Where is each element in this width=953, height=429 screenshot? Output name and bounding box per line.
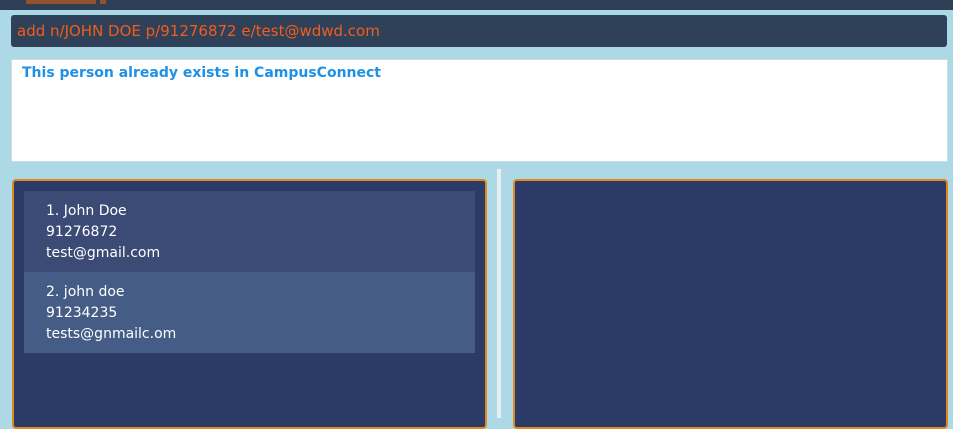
person-name: 1. John Doe xyxy=(46,203,127,219)
person-email: test@gmail.com xyxy=(46,245,161,261)
person-list[interactable]: 1. John Doe 91276872 test@gmail.com 2. j… xyxy=(24,191,475,353)
person-card[interactable]: 2. john doe 91234235 tests@gnmailc.om xyxy=(24,272,475,353)
result-message: This person already exists in CampusConn… xyxy=(22,65,381,81)
command-box[interactable] xyxy=(11,15,947,47)
split-pane-divider[interactable] xyxy=(497,169,501,418)
person-name: 2. john doe xyxy=(46,284,125,300)
person-card[interactable]: 1. John Doe 91276872 test@gmail.com xyxy=(24,191,475,272)
person-email: tests@gnmailc.om xyxy=(46,326,177,342)
person-phone: 91276872 xyxy=(46,224,118,240)
menu-item-help[interactable] xyxy=(100,0,106,4)
menu-bar xyxy=(0,0,953,10)
command-input[interactable] xyxy=(17,15,947,47)
person-list-panel: 1. John Doe 91276872 test@gmail.com 2. j… xyxy=(12,179,487,429)
person-phone: 91234235 xyxy=(46,305,118,321)
detail-panel xyxy=(513,179,948,429)
menu-item-file[interactable] xyxy=(26,0,96,4)
result-display: This person already exists in CampusConn… xyxy=(11,59,948,162)
